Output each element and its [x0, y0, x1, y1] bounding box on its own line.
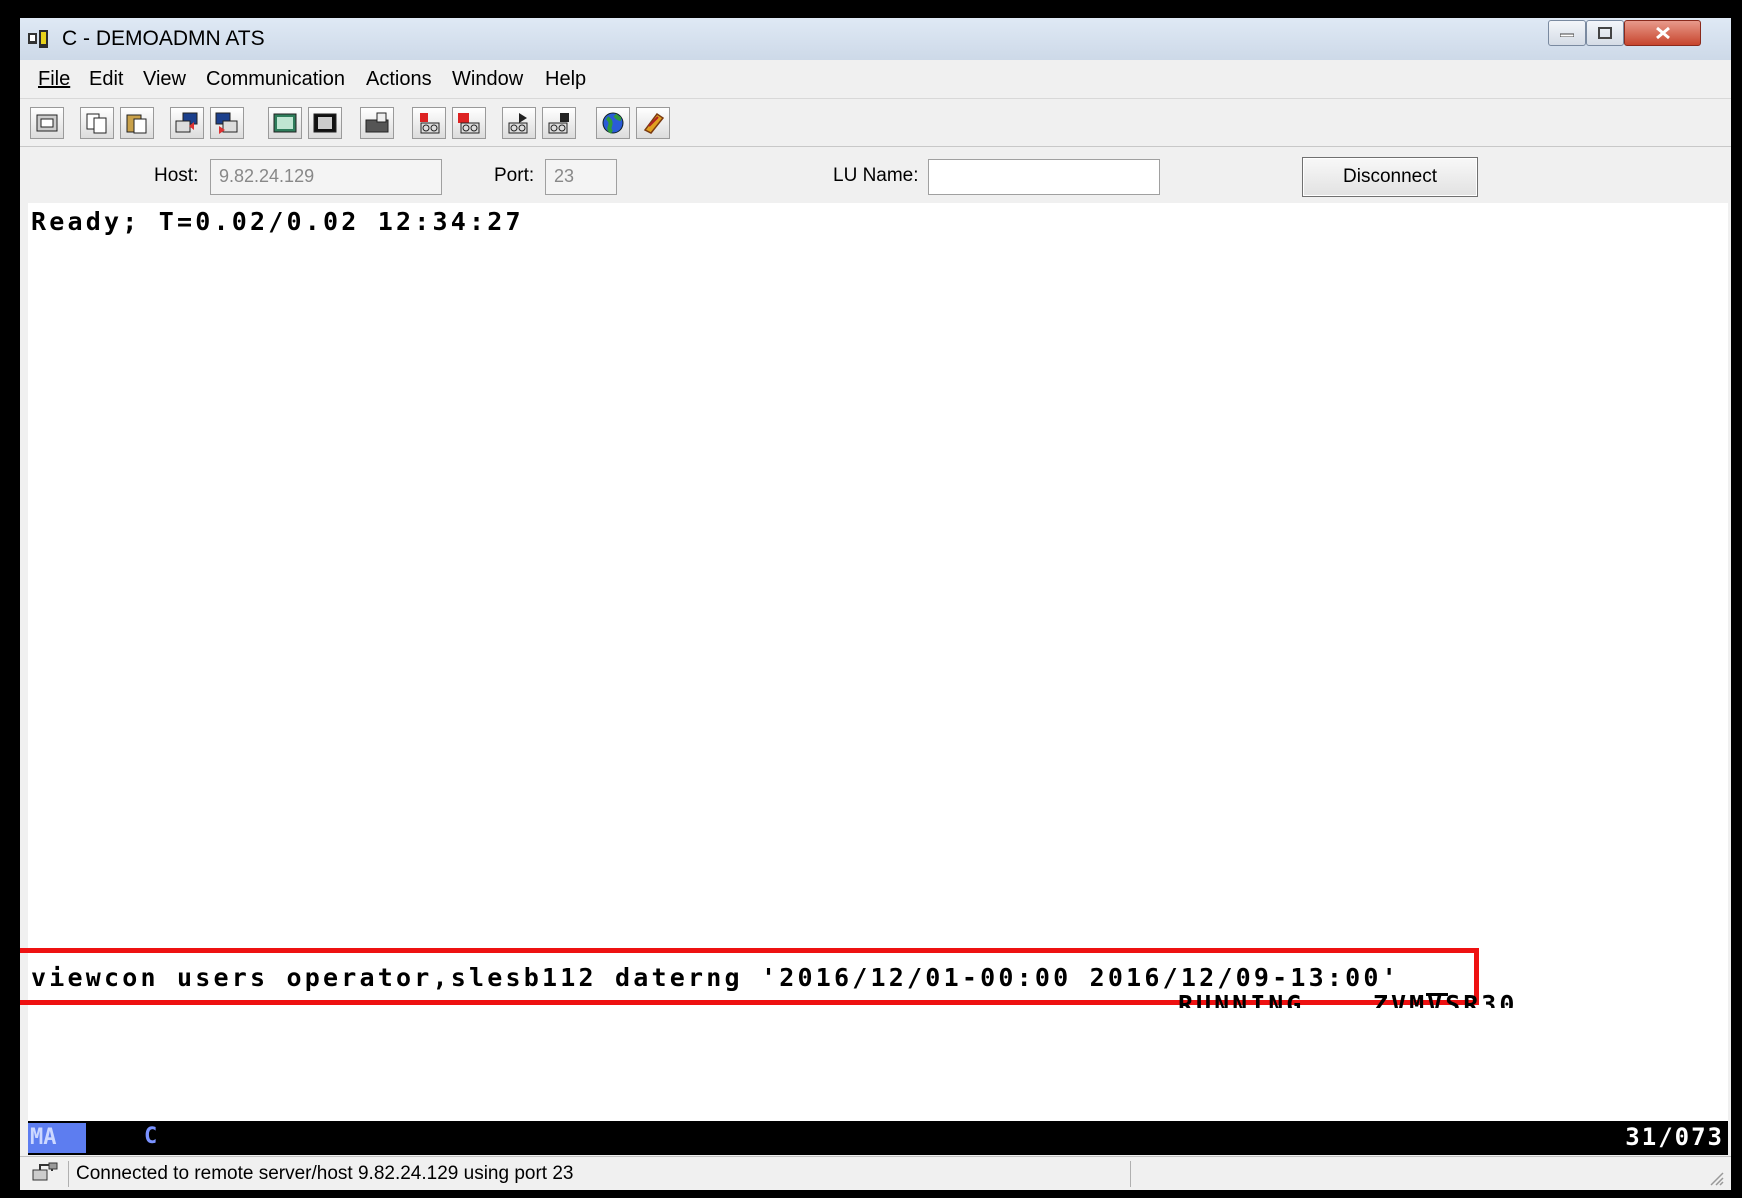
menu-edit-label: Edit — [89, 68, 124, 90]
pause-macro-icon — [548, 113, 569, 134]
emulator-window: C - DEMOADMN ATS File Edit View Communic… — [20, 18, 1731, 1190]
menu-file-label: File — [38, 68, 71, 90]
window-title: C - DEMOADMN ATS — [62, 27, 265, 50]
keyboard-map-button[interactable] — [360, 107, 394, 139]
record-macro-button[interactable] — [412, 107, 446, 139]
lu-name-field[interactable] — [928, 159, 1160, 195]
menu-file[interactable]: File — [38, 68, 70, 91]
minimize-icon — [1560, 33, 1574, 37]
menu-edit[interactable]: Edit — [89, 68, 123, 91]
terminal-screen[interactable]: Ready; T=0.02/0.02 12:34:27 viewcon user… — [20, 203, 1728, 1123]
color-setup-button[interactable] — [308, 107, 342, 139]
disconnect-button[interactable]: Disconnect — [1302, 157, 1478, 197]
menu-actions-label: Actions — [366, 68, 432, 90]
port-field[interactable]: 23 — [545, 159, 617, 195]
close-button[interactable] — [1624, 20, 1701, 46]
print-screen-button[interactable] — [30, 107, 64, 139]
ready-line: Ready; T=0.02/0.02 12:34:27 — [31, 207, 524, 236]
lu-name-label: LU Name: — [833, 165, 919, 186]
close-icon — [1655, 26, 1670, 40]
record-macro-icon — [420, 113, 440, 134]
menu-help-label: Help — [545, 68, 587, 90]
menu-window[interactable]: Window — [452, 68, 523, 91]
oia-session-indicator: C — [144, 1124, 158, 1149]
help-book-icon — [643, 112, 665, 134]
web-globe-button[interactable] — [596, 107, 630, 139]
menu-actions[interactable]: Actions — [366, 68, 432, 91]
play-macro-button[interactable] — [502, 107, 536, 139]
resize-grip-icon[interactable] — [1705, 1167, 1725, 1187]
system-name: ZVMVSR30 — [1373, 990, 1518, 1008]
host-label: Host: — [154, 165, 199, 186]
network-connection-icon — [32, 1162, 58, 1181]
pause-macro-button[interactable] — [542, 107, 576, 139]
status-bar: Connected to remote server/host 9.82.24.… — [20, 1156, 1731, 1190]
receive-file-button[interactable] — [210, 107, 244, 139]
menu-view[interactable]: View — [143, 68, 186, 91]
menu-communication-label: Communication — [206, 68, 345, 90]
menu-communication[interactable]: Communication — [206, 68, 345, 91]
copy-button[interactable] — [80, 107, 114, 139]
copy-icon — [86, 113, 107, 134]
stop-macro-icon — [458, 113, 480, 134]
web-globe-icon — [602, 112, 624, 134]
print-screen-icon — [36, 114, 58, 132]
receive-file-icon — [215, 112, 238, 134]
stop-macro-button[interactable] — [452, 107, 486, 139]
help-book-button[interactable] — [636, 107, 670, 139]
send-file-button[interactable] — [170, 107, 204, 139]
menu-window-label: Window — [452, 68, 524, 90]
paste-button[interactable] — [120, 107, 154, 139]
keyboard-map-icon — [365, 112, 389, 133]
display-setup-button[interactable] — [268, 107, 302, 139]
display-setup-icon — [273, 113, 297, 133]
menu-view-label: View — [143, 68, 186, 90]
menu-help[interactable]: Help — [545, 68, 586, 91]
minimize-button[interactable] — [1548, 20, 1586, 46]
operator-info-area: MA C 31/073 — [28, 1121, 1728, 1155]
host-field[interactable]: 9.82.24.129 — [210, 159, 442, 195]
running-status: RUNNING — [1178, 990, 1305, 1008]
terminal-session-icon — [28, 30, 48, 48]
paste-icon — [126, 114, 147, 134]
play-macro-icon — [508, 113, 528, 134]
title-bar[interactable]: C - DEMOADMN ATS — [20, 18, 1731, 60]
status-separator — [68, 1161, 69, 1187]
color-setup-icon — [313, 113, 337, 133]
status-message: Connected to remote server/host 9.82.24.… — [76, 1163, 574, 1184]
maximize-icon — [1598, 27, 1612, 39]
status-separator — [1130, 1161, 1131, 1187]
cursor-position: 31/073 — [1625, 1123, 1724, 1151]
port-label: Port: — [494, 165, 535, 186]
toolbar — [20, 98, 1731, 145]
menu-bar: File Edit View Communication Actions Win… — [20, 62, 1731, 96]
oia-mode-indicator: MA — [28, 1123, 86, 1153]
send-file-icon — [175, 112, 198, 133]
maximize-button[interactable] — [1586, 20, 1624, 46]
connection-bar: Host: 9.82.24.129 Port: 23 LU Name: Disc… — [20, 146, 1731, 201]
